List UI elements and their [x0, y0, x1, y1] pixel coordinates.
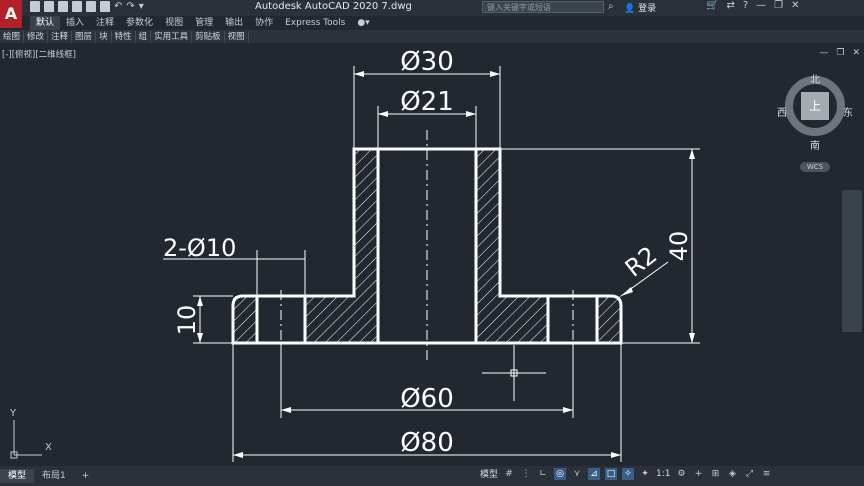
dim-d30: Ø30: [400, 47, 454, 77]
model-space-button[interactable]: 模型: [480, 467, 498, 480]
dim-d60: Ø60: [400, 384, 454, 414]
object-snap-icon[interactable]: ⊿: [588, 467, 601, 480]
viewcube-top-face[interactable]: 上: [801, 92, 829, 120]
viewcube-north[interactable]: 北: [810, 71, 820, 86]
dim-holes: 2-Ø10: [163, 234, 236, 262]
isodraft-icon[interactable]: ⋎: [571, 468, 583, 480]
grid-icon[interactable]: #: [503, 468, 515, 480]
fullscreen-icon[interactable]: ⤢: [744, 468, 756, 480]
annotation-visibility-icon[interactable]: ✧: [622, 467, 635, 480]
wcs-menu[interactable]: WCS: [800, 162, 830, 172]
viewcube-east[interactable]: 东: [843, 104, 853, 119]
snap-tracking-icon[interactable]: □: [605, 467, 618, 480]
tab-model[interactable]: 模型: [0, 469, 35, 483]
dim-h10: 10: [173, 305, 201, 336]
add-layout-button[interactable]: +: [74, 469, 98, 483]
dim-d80: Ø80: [400, 428, 454, 458]
snap-icon[interactable]: ⋮: [520, 468, 532, 480]
scale-label[interactable]: 1:1: [656, 469, 670, 479]
annotation-scale-icon[interactable]: ✦: [639, 468, 651, 480]
isolate-objects-icon[interactable]: ◈: [727, 468, 739, 480]
annotation-monitor-icon[interactable]: +: [693, 468, 705, 480]
workspace-gear-icon[interactable]: ⚙: [676, 468, 688, 480]
status-bar: 模型 # ⋮ ∟ ◎ ⋎ ⊿ □ ✧ ✦ 1:1 ⚙ + ⊞ ◈ ⤢ ≡: [480, 467, 773, 480]
navigation-bar[interactable]: [842, 190, 862, 332]
dim-r2: R2: [620, 241, 662, 283]
customization-icon[interactable]: ≡: [761, 468, 773, 480]
tab-layout1[interactable]: 布局1: [34, 469, 74, 483]
ucs-icon: [10, 420, 42, 459]
dim-h40: 40: [665, 231, 693, 262]
drawing-canvas[interactable]: Ø30 Ø21 2-Ø10 Ø60 Ø80 40 10 R2: [0, 0, 864, 486]
ucs-y-label: Y: [10, 408, 17, 419]
dim-d21: Ø21: [400, 87, 454, 117]
ortho-icon[interactable]: ∟: [537, 468, 549, 480]
viewcube-south[interactable]: 南: [810, 137, 820, 152]
polar-icon[interactable]: ◎: [554, 467, 567, 480]
units-icon[interactable]: ⊞: [710, 468, 722, 480]
ucs-x-label: X: [45, 442, 52, 453]
viewcube-west[interactable]: 西: [777, 104, 787, 119]
crosshair-cursor: [482, 345, 546, 401]
